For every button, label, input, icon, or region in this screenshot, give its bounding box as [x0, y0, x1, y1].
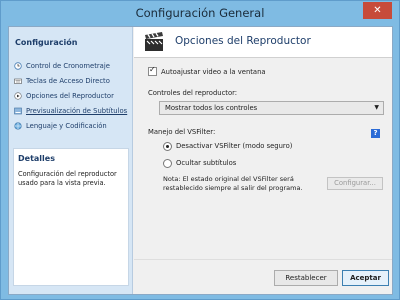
- title-bar: Configuración General ✕: [1, 1, 399, 25]
- autosize-checkbox[interactable]: [148, 65, 157, 76]
- details-text: Configuración del reproductor usado para…: [18, 170, 117, 187]
- controls-label: Controles del reproductor:: [148, 89, 238, 97]
- content-panel: Opciones del Reproductor Autoajustar vid…: [134, 27, 392, 294]
- window-title: Configuración General: [135, 6, 265, 20]
- configure-button[interactable]: Configurar...: [327, 177, 383, 190]
- sidebar-item-player[interactable]: Opciones del Reproductor: [14, 90, 131, 101]
- globe-icon: [14, 121, 22, 130]
- clock-icon: [14, 61, 22, 70]
- autosize-label: Autoajustar video a la ventana: [161, 68, 266, 76]
- hide-subtitles-label: Ocultar subtítulos: [176, 159, 237, 167]
- sidebar-item-label: Control de Cronometraje: [26, 61, 110, 70]
- panel-header: Opciones del Reproductor: [134, 27, 392, 58]
- sidebar-item-label: Teclas de Acceso Directo: [26, 76, 110, 85]
- sidebar: Configuración Control de Cronometraje Te…: [9, 27, 133, 294]
- controls-select[interactable]: Mostrar todos los controles ▼: [159, 101, 384, 115]
- dialog-body: Configuración Control de Cronometraje Te…: [8, 26, 393, 295]
- details-panel: Detalles Configuración del reproductor u…: [13, 148, 129, 286]
- vsfilter-note: Nota: El estado original del VSFilter se…: [163, 175, 303, 192]
- sidebar-item-label: Previsualización de Subtítulos: [26, 106, 128, 115]
- disable-vsfilter-radio[interactable]: [163, 142, 172, 151]
- keyboard-icon: [14, 78, 22, 84]
- accept-button[interactable]: Aceptar: [342, 270, 389, 286]
- sidebar-title: Configuración: [15, 38, 78, 47]
- controls-select-value: Mostrar todos los controles: [165, 104, 258, 112]
- close-button[interactable]: ✕: [363, 2, 392, 19]
- dialog-footer: Restablecer Aceptar: [134, 259, 392, 294]
- sidebar-item-label: Opciones del Reproductor: [26, 91, 114, 100]
- disable-vsfilter-label: Desactivar VSFilter (modo seguro): [176, 142, 293, 150]
- sidebar-item-hotkeys[interactable]: Teclas de Acceso Directo: [14, 75, 131, 86]
- sidebar-item-language[interactable]: Lenguaje y Codificación: [14, 120, 131, 131]
- player-icon: [14, 91, 22, 100]
- sidebar-item-preview[interactable]: Previsualización de Subtítulos: [14, 105, 131, 116]
- hide-subtitles-radio[interactable]: [163, 159, 172, 168]
- details-title: Detalles: [18, 154, 55, 163]
- chevron-down-icon: ▼: [374, 104, 379, 111]
- preview-icon: [14, 107, 22, 114]
- settings-window: Configuración General ✕ Configuración Co…: [0, 0, 400, 300]
- sidebar-item-label: Lenguaje y Codificación: [26, 121, 107, 130]
- clapperboard-icon: [145, 32, 163, 51]
- help-icon[interactable]: ?: [371, 129, 380, 138]
- vsfilter-label: Manejo del VSFilter:: [148, 128, 216, 136]
- reset-button[interactable]: Restablecer: [274, 270, 338, 286]
- sidebar-nav: Control de Cronometraje Teclas de Acceso…: [14, 60, 131, 135]
- panel-title: Opciones del Reproductor: [175, 35, 311, 47]
- sidebar-item-timing[interactable]: Control de Cronometraje: [14, 60, 131, 71]
